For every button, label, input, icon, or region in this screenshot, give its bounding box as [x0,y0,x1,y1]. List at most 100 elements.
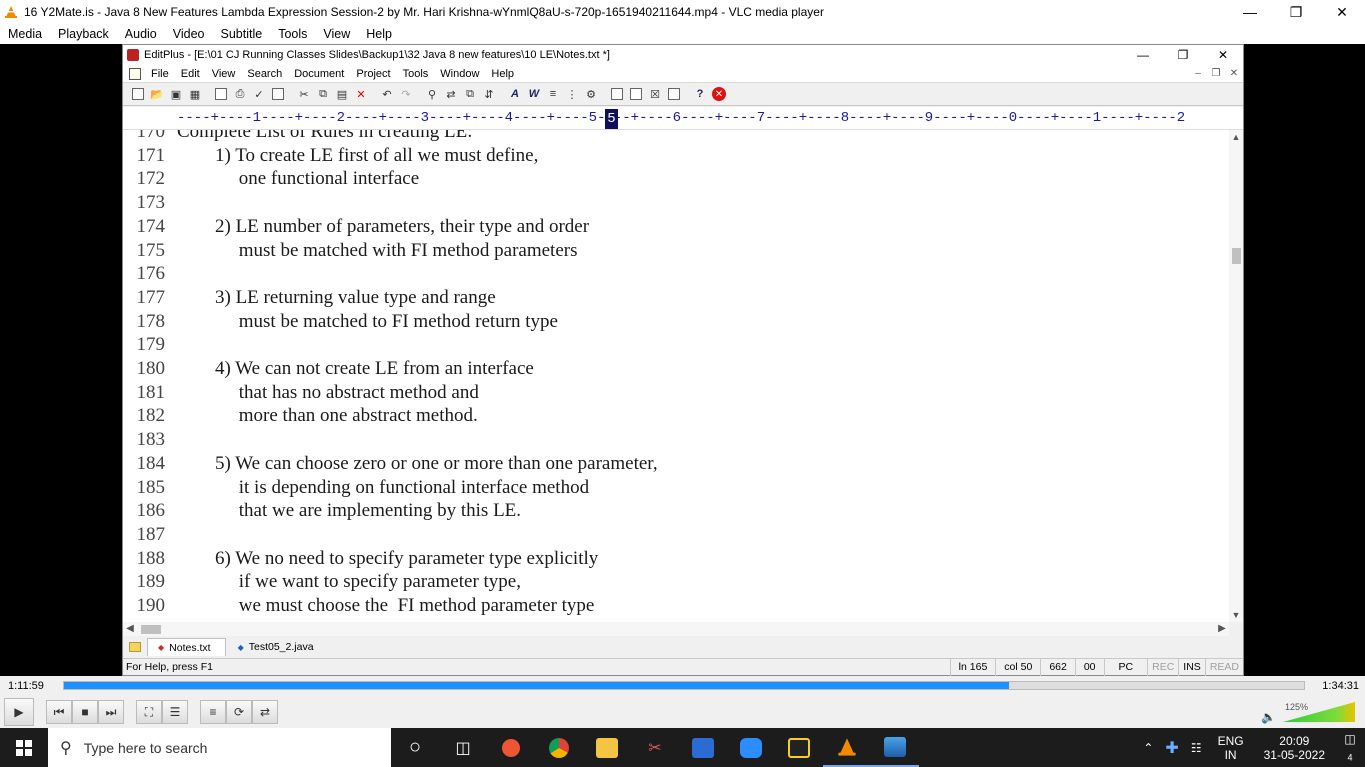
line-number: 190 [136,595,166,616]
notification-center[interactable]: ◫ 4 [1335,732,1365,762]
menu-video[interactable]: Video [165,27,213,41]
scroll-thumb[interactable] [1232,248,1241,264]
scroll-right-icon[interactable]: ▶ [1215,622,1229,636]
scroll-left-icon[interactable]: ◀ [123,622,137,636]
editor-line[interactable]: 174 2) LE number of parameters, their ty… [123,215,1223,239]
sticky-notes-icon[interactable] [775,728,823,767]
editplus-title: EditPlus - [E:\01 CJ Running Classes Sli… [144,49,610,61]
line-text: that we are implementing by this LE. [177,500,522,522]
fullscreen-button[interactable]: ⛶ [136,700,162,724]
editor-line[interactable]: 171 1) To create LE first of all we must… [123,144,1223,168]
editor-line[interactable]: 189 if we want to specify parameter type… [123,570,1223,594]
horizontal-scrollbar[interactable]: ◀ ▶ [123,622,1229,636]
menu-subtitle[interactable]: Subtitle [213,27,271,41]
editor-line[interactable]: 188 6) We no need to specify parameter t… [123,547,1223,571]
add-icon[interactable]: ✚ [1159,738,1184,758]
shuffle-button[interactable]: ⇄ [252,700,278,724]
volume-control[interactable]: 🔈 125% [1261,700,1359,724]
menu-playback[interactable]: Playback [50,27,117,41]
editor-line[interactable]: 187 [123,523,1223,547]
scroll-down-icon[interactable]: ▼ [1229,610,1243,620]
editor-line[interactable]: 186 that we are implementing by this LE. [123,499,1223,523]
clock-date: 31-05-2022 [1263,747,1325,762]
line-number: 185 [136,476,166,498]
ep-menu-edit: Edit [180,67,200,80]
restore-icon[interactable]: ❐ [1273,0,1319,24]
vertical-scrollbar[interactable]: ▲ ▼ [1229,130,1243,622]
taskbar-search[interactable]: ⚲ Type here to search [48,728,391,767]
fullscreen-icon [665,85,683,103]
editor-line[interactable]: 179 [123,333,1223,357]
exit-icon: ✕ [710,85,728,103]
recorder-app-icon[interactable] [487,728,535,767]
editor-line[interactable]: 181 that has no abstract method and [123,381,1223,405]
chrome-icon[interactable] [535,728,583,767]
playlist-button[interactable]: ≡ [200,700,226,724]
tab-notes[interactable]: ◆ Notes.txt [147,638,226,656]
editor-line[interactable]: 172 one functional interface [123,167,1223,191]
close-icon[interactable]: ✕ [1319,0,1365,24]
stop-button[interactable]: ■ [72,700,98,724]
ruler-text: ----+----1----+----2----+----3----+----4… [177,110,1186,126]
line-text: we must choose the FI method parameter t… [177,595,595,616]
editor-line[interactable]: 183 [123,428,1223,452]
menu-audio[interactable]: Audio [117,27,165,41]
wifi-icon[interactable]: ☷ [1185,741,1208,755]
loop-button[interactable]: ⟳ [226,700,252,724]
tab-notes-label: Notes.txt [169,641,211,654]
next-button[interactable]: ⏭ [98,700,124,724]
delete-icon: ✕ [356,88,366,101]
editor-line[interactable]: 184 5) We can choose zero or one or more… [123,452,1223,476]
hscroll-thumb[interactable] [141,625,161,634]
volume-slider[interactable] [1283,700,1355,724]
zoom-icon[interactable] [727,728,775,767]
photos-icon[interactable] [871,728,919,767]
editor-line[interactable]: 175 must be matched with FI method param… [123,239,1223,263]
line-number: 183 [136,429,166,451]
editor-line[interactable]: 170 Complete List of Rules in creating LE… [123,130,1223,144]
play-button[interactable]: ▶ [4,698,34,726]
browser-icon [269,85,287,103]
menu-view[interactable]: View [315,27,358,41]
clock[interactable]: 20:09 31-05-2022 [1254,734,1335,762]
line-text: Complete List of Rules in creating LE: [177,130,473,142]
language-indicator[interactable]: ENG IN [1208,734,1254,762]
line-text: 6) We no need to specify parameter type … [177,547,599,569]
ep-restore-icon: ❐ [1177,48,1189,62]
store-icon[interactable] [679,728,727,767]
editor-line[interactable]: 176 [123,262,1223,286]
editplus-toolbar: 📂 ▣ ▦ ⎙ ✓ ✂ ⧉ ▤ ✕ ↶ ↷ ⚲ ⇄ ⧉ ⇵ A W ≡ ⋮ ⚙ … [123,82,1243,106]
cascade-icon [627,85,645,103]
notification-count: 4 [1347,752,1353,763]
tab-test05-label: Test05_2.java [248,641,314,653]
editor-line[interactable]: 178 must be matched to FI method return … [123,310,1223,334]
start-button[interactable] [0,728,48,767]
minimize-icon[interactable]: — [1227,0,1273,24]
menu-help[interactable]: Help [358,27,400,41]
scroll-up-icon[interactable]: ▲ [1229,132,1243,142]
file-explorer-icon[interactable] [583,728,631,767]
vlc-title-bar[interactable]: 16 Y2Mate.is - Java 8 New Features Lambd… [0,0,1365,24]
previous-button[interactable]: ⏮ [46,700,72,724]
mdi-close-icon: ✕ [1229,68,1239,79]
line-number: 170 [136,130,166,142]
extended-settings-button[interactable]: ☰ [162,700,188,724]
editor-line[interactable]: 190 we must choose the FI method paramet… [123,594,1223,618]
menu-tools[interactable]: Tools [270,27,315,41]
menu-media[interactable]: Media [0,27,50,41]
line-text: more than one abstract method. [177,405,478,427]
editor-line[interactable]: 182 more than one abstract method. [123,404,1223,428]
editor-line[interactable]: 180 4) We can not create LE from an inte… [123,357,1223,381]
vlc-taskbar-icon[interactable] [823,728,871,767]
editor-line[interactable]: 177 3) LE returning value type and range [123,286,1223,310]
vlc-menu-bar: Media Playback Audio Video Subtitle Tool… [0,24,1365,44]
editor-line[interactable]: 185 it is depending on functional interf… [123,476,1223,500]
task-view-icon[interactable]: ◫ [439,728,487,767]
cortana-icon[interactable]: ○ [391,728,439,767]
snipping-tool-icon[interactable]: ✂ [631,728,679,767]
text-editor[interactable]: 170 Complete List of Rules in creating LE… [123,130,1229,622]
seek-bar[interactable] [63,681,1305,690]
show-hidden-icons[interactable]: ⌃ [1137,741,1159,755]
tab-test05[interactable]: ◆ Test05_2.java [228,638,328,656]
editor-line[interactable]: 173 [123,191,1223,215]
